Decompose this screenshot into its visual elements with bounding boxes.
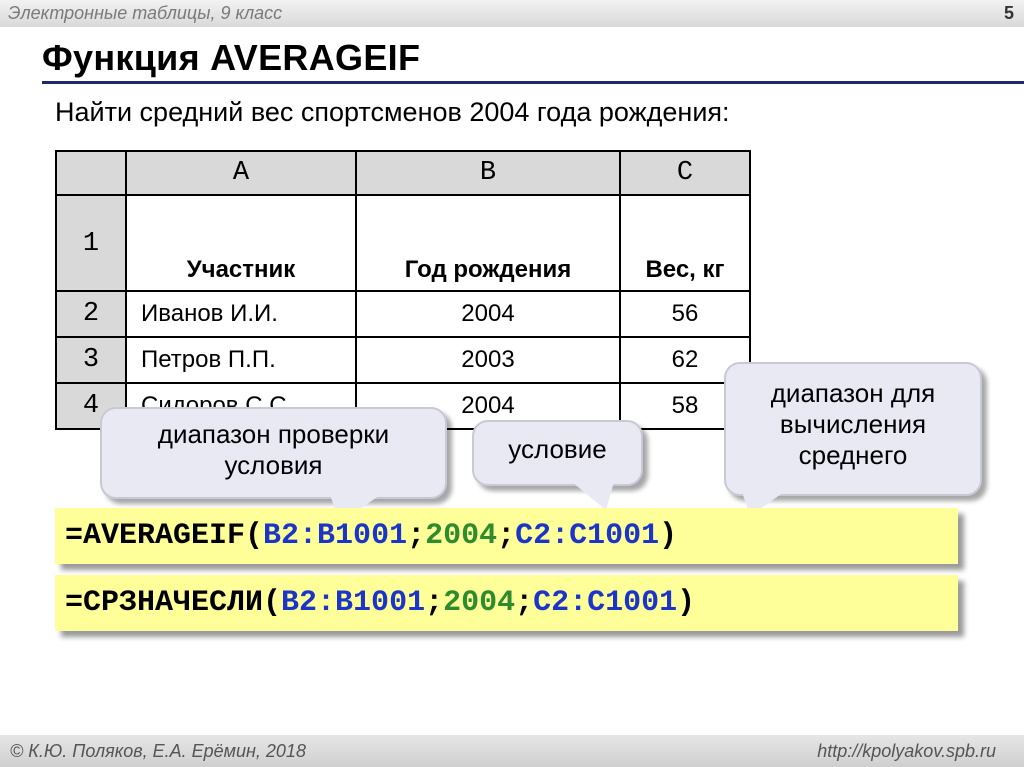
- spreadsheet-table: A B C 1 Участник Год рождения Вес, кг 2 …: [55, 150, 751, 430]
- cell-a1[interactable]: Участник: [125, 194, 357, 292]
- callout-criteria-range: диапазон проверки условия: [100, 407, 447, 499]
- column-header-b[interactable]: B: [355, 150, 621, 196]
- callout-condition-pointer: [572, 482, 614, 510]
- formula-average-range: C2:C1001: [515, 519, 660, 553]
- slide-title: Функция AVERAGEIF: [42, 37, 421, 78]
- column-header-row: A B C: [55, 150, 751, 196]
- formula-separator: ;: [407, 519, 426, 553]
- formula-separator: ;: [497, 519, 516, 553]
- callout-criteria-range-text: диапазон проверки условия: [157, 419, 390, 480]
- course-title: Электронные таблицы, 9 класс: [8, 3, 283, 23]
- callout-average-range: диапазон для вычисления среднего: [724, 362, 982, 496]
- column-header-a[interactable]: A: [125, 150, 357, 196]
- formula-criteria-range: B2:B1001: [263, 519, 408, 553]
- formula-criteria: 2004: [443, 586, 516, 620]
- row-header[interactable]: 1: [55, 194, 127, 292]
- callout-condition: условие: [472, 420, 643, 486]
- table-row: 1 Участник Год рождения Вес, кг: [55, 194, 751, 292]
- slide-number: 5: [1003, 3, 1014, 23]
- cell-c2[interactable]: 56: [619, 290, 751, 338]
- formula-separator: ;: [515, 586, 534, 620]
- formula-average-range: C2:C1001: [533, 586, 678, 620]
- task-text: Найти средний вес спортсменов 2004 года …: [55, 97, 730, 127]
- formula-averageif: =AVERAGEIF(B2:B1001;2004;C2:C1001): [55, 508, 958, 564]
- cell-a2[interactable]: Иванов И.И.: [125, 290, 357, 338]
- callout-average-range-text: диапазон для вычисления среднего: [770, 378, 936, 470]
- formula-name: =AVERAGEIF(: [65, 519, 264, 553]
- formula-srznachesli: =СРЗНАЧЕСЛИ(B2:B1001;2004;C2:C1001): [55, 575, 958, 631]
- formula-separator: ;: [425, 586, 444, 620]
- cell-b3[interactable]: 2003: [355, 336, 621, 384]
- formula-close-paren: ): [677, 586, 696, 620]
- formula-criteria: 2004: [425, 519, 498, 553]
- formula-criteria-range: B2:B1001: [281, 586, 426, 620]
- table-row: 2 Иванов И.И. 2004 56: [55, 290, 751, 338]
- column-header-c[interactable]: C: [619, 150, 751, 196]
- row-header[interactable]: 3: [55, 336, 127, 384]
- cell-a3[interactable]: Петров П.П.: [125, 336, 357, 384]
- title-divider: [42, 81, 1024, 84]
- footer-url[interactable]: http://kpolyakov.spb.ru: [817, 741, 996, 762]
- footer-authors: © К.Ю. Поляков, Е.А. Ерёмин, 2018: [10, 741, 306, 761]
- cell-c1[interactable]: Вес, кг: [619, 194, 751, 292]
- cell-b1[interactable]: Год рождения: [355, 194, 621, 292]
- formula-close-paren: ): [659, 519, 678, 553]
- formula-name: =СРЗНАЧЕСЛИ(: [65, 586, 282, 620]
- row-header[interactable]: 2: [55, 290, 127, 338]
- table-row: 3 Петров П.П. 2003 62: [55, 336, 751, 384]
- corner-cell[interactable]: [55, 150, 127, 196]
- callout-condition-text: условие: [508, 434, 607, 464]
- cell-b2[interactable]: 2004: [355, 290, 621, 338]
